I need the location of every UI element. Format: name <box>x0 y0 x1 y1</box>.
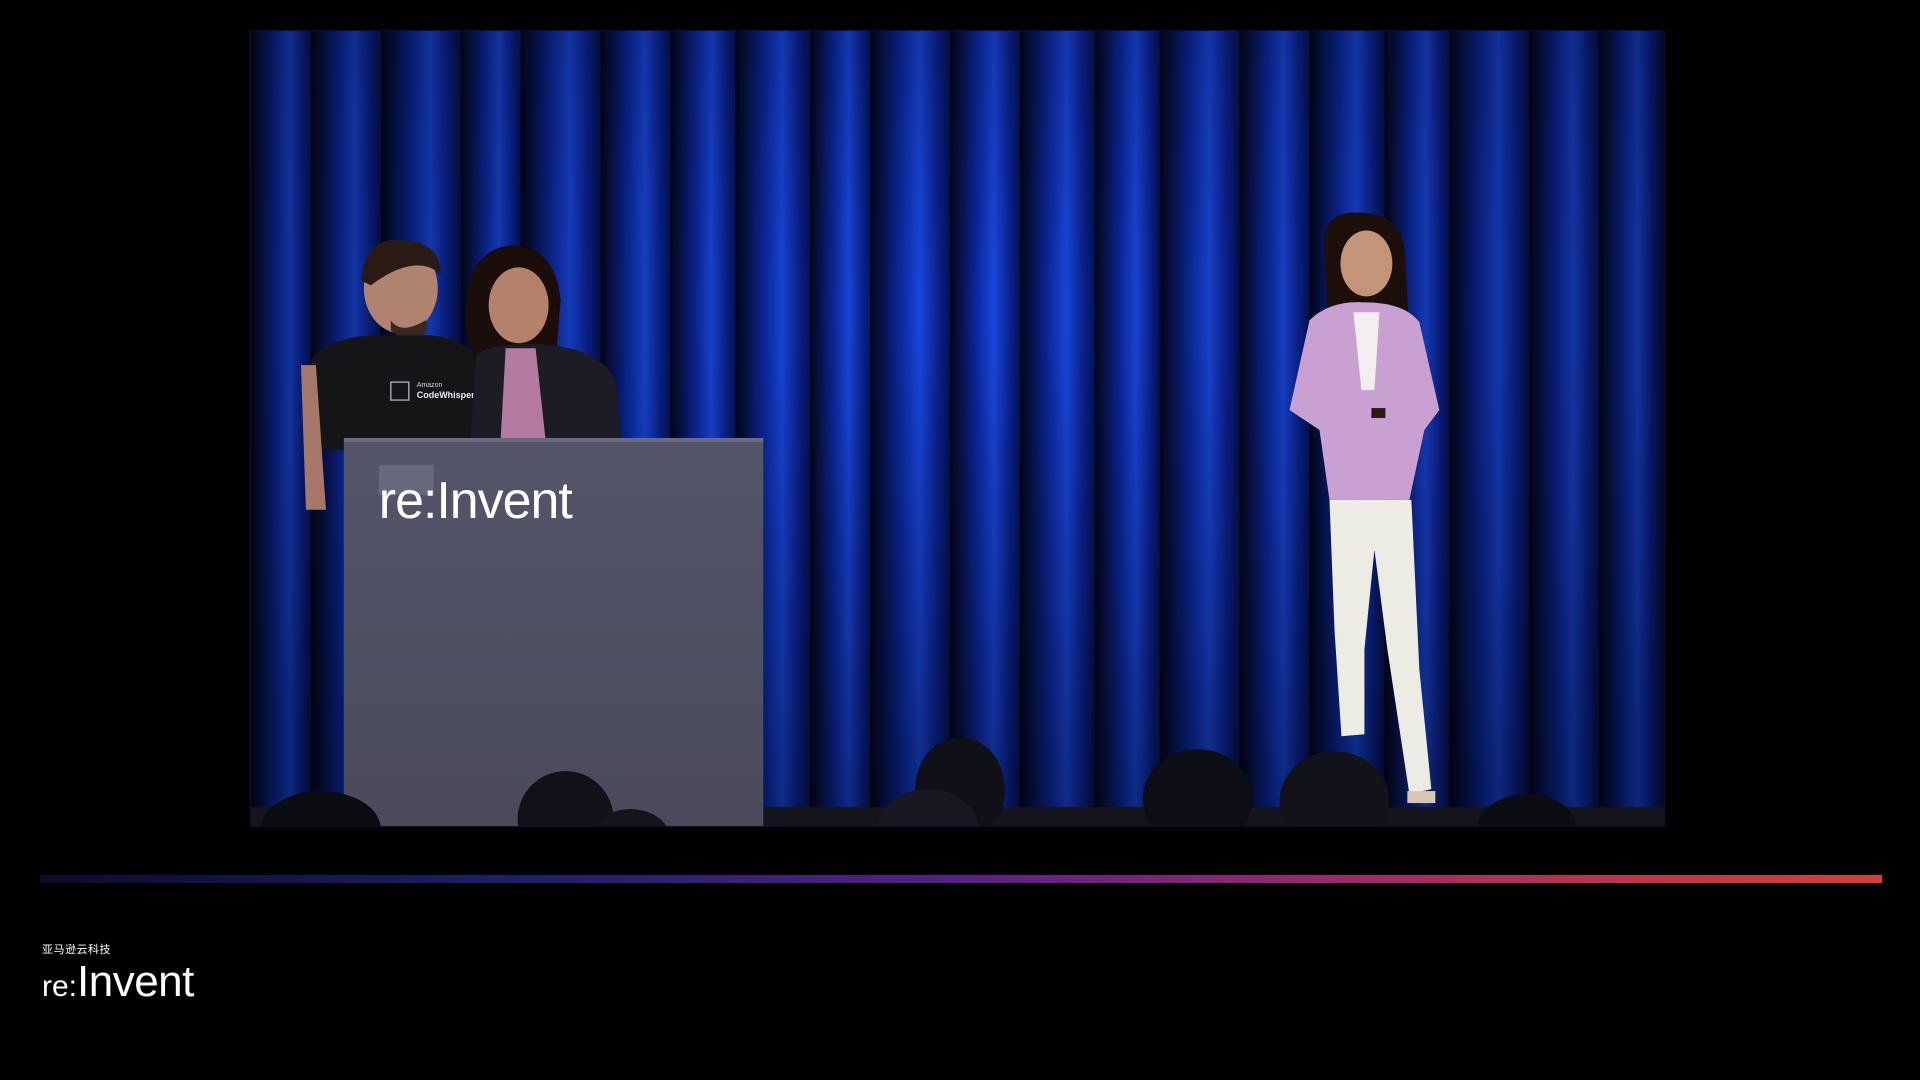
brand-wordmark: re:Invent <box>42 959 194 1015</box>
brand-invent: Invent <box>77 957 194 1006</box>
brand-re: re: <box>42 970 78 1003</box>
video-player[interactable]: Amazon CodeWhisperer re:Invent <box>250 30 1665 827</box>
reinvent-brand-logo: 亚马逊云科技 re:Invent <box>42 943 194 1015</box>
podium-logo: re:Invent <box>379 471 574 529</box>
shirt-text-top: Amazon <box>417 382 443 389</box>
podium: re:Invent <box>343 437 764 826</box>
divider-gradient-bar <box>40 875 1882 883</box>
stage-scene: Amazon CodeWhisperer re:Invent <box>251 31 1664 826</box>
brand-subtitle: 亚马逊云科技 <box>42 943 111 956</box>
